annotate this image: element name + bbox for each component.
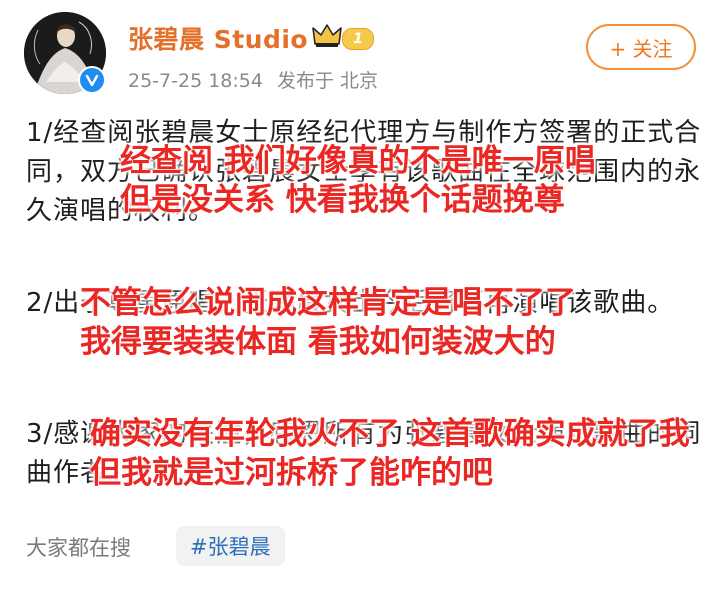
overlay-line: 确实没有年轮我火不了 这首歌确实成就了我 <box>90 416 690 452</box>
post-date: 25-7-25 18:54 <box>128 70 263 92</box>
overlay-line: 经查阅 我们好像真的不是唯一原唱 <box>120 143 596 179</box>
trending-search-label: 大家都在搜 <box>26 536 131 560</box>
post-meta: 25-7-25 18:54 发布于 北京 <box>128 66 378 93</box>
overlay-line: 我得要装装体面 看我如何装波大的 <box>80 324 556 360</box>
post-location: 发布于 北京 <box>276 70 378 92</box>
overlay-line: 不管怎么说闹成这样肯定是唱不了了 <box>80 285 576 321</box>
rank-badge: 1 <box>342 28 374 50</box>
overlay-line: 但是没关系 快看我换个话题挽尊 <box>120 182 565 218</box>
overlay-caption-3: 确实没有年轮我火不了 这首歌确实成就了我 但我就是过河拆桥了能咋的吧 <box>90 415 690 493</box>
overlay-line: 但我就是过河拆桥了能咋的吧 <box>90 455 493 491</box>
follow-label: + 关注 <box>609 36 673 61</box>
account-name[interactable]: 张碧晨 Studio <box>128 20 308 56</box>
verified-badge-icon <box>78 66 106 94</box>
overlay-caption-2: 不管怎么说闹成这样肯定是唱不了了 我得要装装体面 看我如何装波大的 <box>80 284 576 362</box>
follow-button[interactable]: + 关注 <box>586 24 696 70</box>
overlay-caption-1: 经查阅 我们好像真的不是唯一原唱 但是没关系 快看我换个话题挽尊 <box>120 142 596 220</box>
crown-icon <box>312 22 342 52</box>
hashtag-label: #张碧晨 <box>190 535 271 559</box>
hashtag-chip[interactable]: #张碧晨 <box>176 526 285 566</box>
